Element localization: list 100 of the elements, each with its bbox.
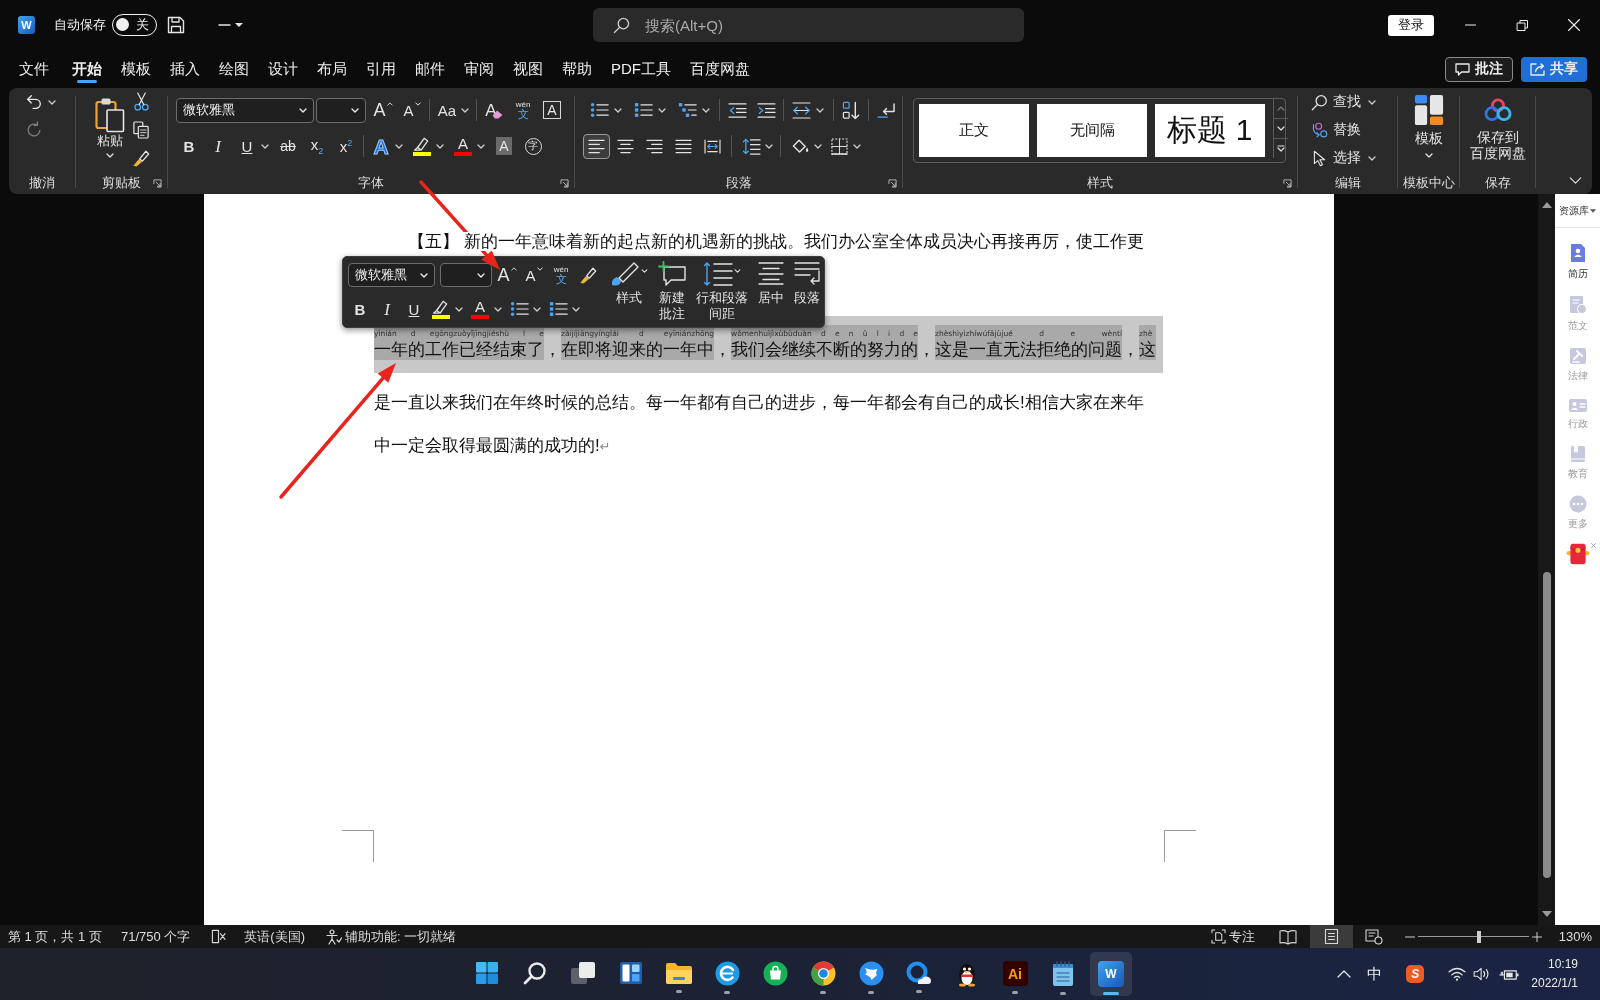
dropdown-caret-icon[interactable] bbox=[533, 306, 541, 312]
select-button[interactable]: 选择 bbox=[1311, 144, 1397, 172]
change-case-button[interactable]: Aa bbox=[435, 97, 459, 123]
status-text[interactable]: 71/750 个字 bbox=[120, 927, 191, 946]
menu-tab[interactable]: 开始 bbox=[72, 55, 102, 83]
start-icon[interactable] bbox=[475, 961, 499, 985]
highlighter-icon[interactable] bbox=[432, 299, 450, 314]
strikethrough-button[interactable]: ab bbox=[276, 133, 300, 159]
bold-button[interactable]: B bbox=[348, 296, 372, 322]
paste-button[interactable]: 粘贴 bbox=[94, 88, 126, 172]
bold-button[interactable]: B bbox=[177, 133, 201, 159]
dropdown-caret-icon[interactable] bbox=[48, 99, 56, 105]
launcher-icon[interactable] bbox=[1283, 178, 1292, 188]
align-right-icon[interactable] bbox=[645, 138, 663, 154]
menu-tab[interactable]: 邮件 bbox=[415, 55, 445, 83]
swirl-circle-icon[interactable] bbox=[714, 961, 740, 986]
superscript-button[interactable]: x$^{2}$ bbox=[334, 133, 358, 159]
indent-icon[interactable] bbox=[756, 101, 776, 119]
style-gallery-item[interactable]: 标题 1 bbox=[1155, 104, 1265, 157]
char-shading-button[interactable]: A bbox=[492, 133, 516, 159]
dropdown-caret-icon[interactable] bbox=[816, 107, 824, 113]
launcher-icon[interactable] bbox=[560, 178, 569, 188]
penguin-icon[interactable] bbox=[956, 961, 978, 987]
menu-tab[interactable]: 帮助 bbox=[562, 55, 592, 83]
resource-library-button[interactable]: 资源库 bbox=[1555, 194, 1600, 228]
numbered-list-icon[interactable] bbox=[548, 301, 568, 317]
dropdown-caret-icon[interactable] bbox=[765, 143, 773, 149]
templates-button[interactable]: 模板 bbox=[1413, 88, 1444, 172]
menu-tab[interactable]: PDF工具 bbox=[611, 55, 671, 83]
paintbrush-icon[interactable] bbox=[579, 266, 597, 284]
dropdown-caret-icon[interactable] bbox=[477, 143, 485, 149]
undo-icon[interactable] bbox=[25, 93, 43, 111]
return-arrow-icon[interactable] bbox=[876, 101, 896, 119]
dropdown-caret-icon[interactable] bbox=[395, 143, 403, 149]
overlapping-squares-icon[interactable] bbox=[570, 961, 596, 985]
distributed-icon[interactable] bbox=[703, 138, 721, 154]
restore-icon[interactable] bbox=[1516, 19, 1528, 31]
paragraph-button[interactable]: 段落 bbox=[794, 257, 820, 327]
scroll-down-icon[interactable] bbox=[1273, 119, 1288, 139]
font-color-button[interactable]: A bbox=[468, 296, 492, 322]
phonetic-guide-button[interactable]: wén 文 bbox=[511, 97, 535, 123]
share-button[interactable]: 共享 bbox=[1521, 56, 1587, 82]
menu-tab[interactable]: 绘图 bbox=[219, 55, 249, 83]
outdent-icon[interactable] bbox=[727, 101, 747, 119]
dropdown-caret-icon[interactable] bbox=[814, 143, 822, 149]
new-comment-button[interactable]: 新建 批注 bbox=[658, 257, 686, 327]
double-arrow-icon[interactable] bbox=[791, 101, 811, 119]
styles-button[interactable]: 样式 bbox=[610, 257, 648, 327]
widgets-icon[interactable] bbox=[619, 961, 643, 985]
line-spacing-button[interactable]: 行和段落 间距 bbox=[696, 257, 748, 327]
shrink-font-button[interactable]: A bbox=[400, 97, 424, 123]
resource-item[interactable]: 简历 bbox=[1555, 243, 1600, 281]
zoom-slider-thumb[interactable] bbox=[1476, 930, 1481, 943]
italic-button[interactable]: I bbox=[206, 133, 230, 159]
menu-tab[interactable]: 引用 bbox=[366, 55, 396, 83]
font-size-select[interactable] bbox=[316, 97, 366, 123]
zoom-out-icon[interactable] bbox=[1404, 935, 1415, 938]
search-icon[interactable] bbox=[523, 961, 547, 985]
paint-bucket-icon[interactable] bbox=[790, 138, 810, 154]
align-left-icon[interactable] bbox=[582, 133, 610, 159]
menu-tab[interactable]: 审阅 bbox=[464, 55, 494, 83]
font-color-button[interactable]: A bbox=[451, 133, 475, 159]
copy-icon[interactable] bbox=[133, 121, 149, 139]
shopping-bag-icon[interactable] bbox=[762, 961, 788, 986]
launcher-icon[interactable] bbox=[888, 178, 897, 188]
open-book-icon[interactable] bbox=[1279, 928, 1298, 945]
menu-tab[interactable]: 百度网盘 bbox=[690, 55, 750, 83]
subscript-button[interactable]: x$_{2}$ bbox=[305, 133, 329, 159]
clock-time[interactable]: 10:19 bbox=[1547, 955, 1578, 974]
app-letter-tile[interactable]: W bbox=[1098, 961, 1124, 987]
replace-button[interactable]: 替换 bbox=[1311, 116, 1397, 144]
grow-font-button[interactable]: A bbox=[371, 97, 395, 123]
underline-button[interactable]: U bbox=[235, 133, 259, 159]
font-size-select[interactable] bbox=[440, 263, 492, 287]
bullet-list-icon[interactable] bbox=[589, 102, 609, 118]
font-name-select[interactable]: 微软雅黑 bbox=[176, 97, 314, 123]
status-text[interactable]: 英语(美国) bbox=[244, 927, 305, 946]
menu-tab[interactable]: 插入 bbox=[170, 55, 200, 83]
web-page-icon[interactable] bbox=[1365, 928, 1384, 945]
zoom-percent[interactable]: 130% bbox=[1558, 929, 1592, 944]
dropdown-caret-icon[interactable] bbox=[461, 107, 469, 113]
dropdown-caret-icon[interactable] bbox=[261, 143, 269, 149]
chevron-up-icon[interactable] bbox=[1337, 970, 1352, 978]
text-effects-button[interactable]: A bbox=[369, 133, 393, 159]
phonetic-guide-button[interactable]: wén 文 bbox=[549, 262, 573, 288]
proofing-icon[interactable] bbox=[211, 929, 227, 944]
highlighter-icon[interactable] bbox=[413, 136, 431, 151]
bird-icon[interactable] bbox=[858, 961, 884, 986]
dropdown-caret-icon[interactable] bbox=[853, 143, 861, 149]
shrink-font-button[interactable]: A bbox=[522, 262, 546, 288]
menu-tab[interactable]: 布局 bbox=[317, 55, 347, 83]
underline-button[interactable]: U bbox=[402, 296, 426, 322]
menu-tab[interactable]: 模板 bbox=[121, 55, 151, 83]
dropdown-caret-icon[interactable] bbox=[494, 306, 502, 312]
notepad-icon[interactable] bbox=[1052, 961, 1074, 987]
menu-tab[interactable]: 文件 bbox=[19, 55, 49, 83]
find-button[interactable]: 查找 bbox=[1311, 88, 1397, 116]
app-letter-tile[interactable]: Ai bbox=[1002, 961, 1028, 986]
tricolor-circle-icon[interactable] bbox=[810, 961, 836, 986]
line-caret-icon[interactable] bbox=[217, 22, 245, 28]
